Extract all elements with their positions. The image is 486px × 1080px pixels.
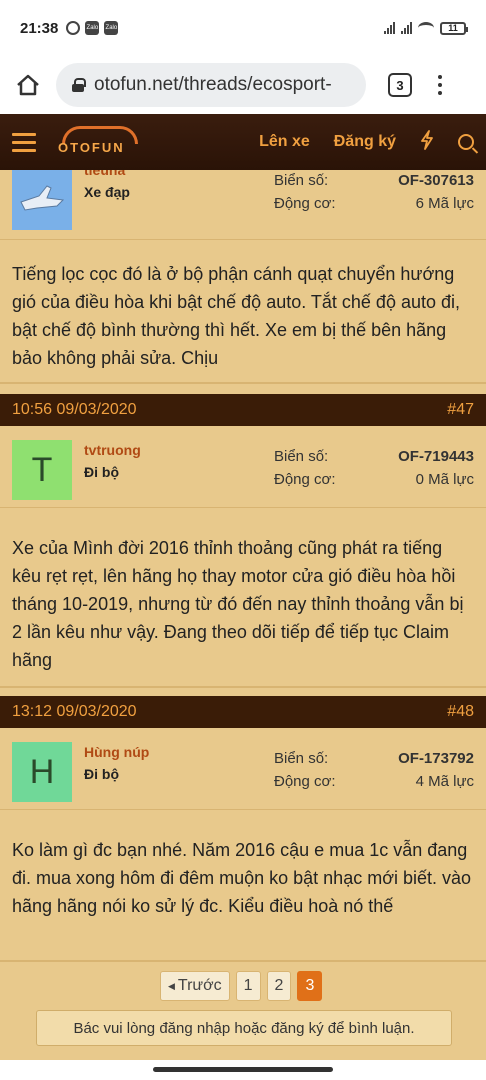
status-notification-icons: Zalo Zalo (66, 21, 119, 35)
post-number[interactable]: #48 (447, 703, 474, 721)
zalo-icon: Zalo (85, 21, 100, 35)
search-icon[interactable] (458, 134, 474, 150)
wifi-icon (418, 22, 434, 34)
post-body: Tiếng lọc cọc đó là ở bộ phận cánh quạt … (12, 264, 460, 368)
post-number[interactable]: #47 (447, 401, 474, 419)
more-options-icon[interactable] (438, 75, 442, 95)
engine-label: Động cơ: (274, 471, 336, 488)
prev-page-label: Trước (177, 977, 222, 994)
plate-label: Biển số: (274, 172, 329, 189)
site-logo[interactable]: OTOFUN (58, 126, 144, 155)
battery-icon: 11 (440, 21, 468, 35)
post-user-block: tieuha Xe đạp Biển số: OF-307613 Động cơ:… (0, 170, 486, 240)
bolt-icon[interactable] (420, 129, 434, 155)
engine-value: 4 Mã lực (415, 773, 474, 790)
browser-toolbar: otofun.net/threads/ecosport- 3 (0, 56, 486, 114)
post-header-bar: 10:56 09/03/2020 #47 (0, 394, 486, 426)
lock-icon (72, 78, 86, 92)
divider (0, 686, 486, 688)
post-user-rank: Đi bộ (84, 766, 119, 782)
avatar[interactable]: H (12, 742, 72, 802)
home-gesture-handle[interactable] (153, 1067, 333, 1072)
home-icon[interactable] (0, 56, 56, 114)
plate-label: Biển số: (274, 750, 329, 767)
signal-icon (401, 22, 412, 34)
signal-icon (384, 22, 395, 34)
post-user-rank: Xe đạp (84, 184, 130, 200)
post-user-stats: Biển số: OF-307613 Động cơ: 6 Mã lực (274, 172, 474, 218)
page-1-button[interactable]: 1 (235, 971, 261, 1001)
plate-number: OF-307613 (398, 172, 474, 189)
post-user-stats: Biển số: OF-173792 Động cơ: 4 Mã lực (274, 750, 474, 796)
login-link[interactable]: Lên xe (259, 133, 310, 151)
prev-page-button[interactable]: ◀ Trước (160, 971, 230, 1001)
status-time: 21:38 (20, 19, 59, 37)
engine-value: 6 Mã lực (415, 195, 474, 212)
avatar[interactable] (12, 170, 72, 230)
post-username[interactable]: tieuha (84, 170, 125, 178)
post-username[interactable]: Hùng núp (84, 744, 149, 760)
engine-label: Động cơ: (274, 773, 336, 790)
post-user-block: H Hùng núp Đi bộ Biển số: OF-173792 Động … (0, 734, 486, 810)
avatar[interactable]: T (12, 440, 72, 500)
pagination: ◀ Trước 1 2 3 (160, 971, 323, 1001)
hamburger-menu-icon[interactable] (12, 132, 36, 152)
post-body: Xe của Mình đời 2016 thỉnh thoảng cũng p… (12, 538, 464, 670)
plate-number: OF-173792 (398, 750, 474, 767)
status-system-icons: 11 (384, 21, 468, 35)
post-user-rank: Đi bộ (84, 464, 119, 480)
url-text: otofun.net/threads/ecosport- (94, 74, 332, 95)
divider (0, 960, 486, 962)
post-datetime: 13:12 09/03/2020 (12, 703, 137, 720)
thread-content: tieuha Xe đạp Biển số: OF-307613 Động cơ:… (0, 170, 486, 1060)
chevron-left-icon: ◀ (168, 980, 175, 991)
plate-number: OF-719443 (398, 448, 474, 465)
tab-switcher-button[interactable]: 3 (388, 73, 412, 97)
register-link[interactable]: Đăng ký (334, 133, 396, 151)
divider (0, 382, 486, 384)
engine-label: Động cơ: (274, 195, 336, 212)
post-user-stats: Biển số: OF-719443 Động cơ: 0 Mã lực (274, 448, 474, 494)
status-bar: 21:38 Zalo Zalo 11 (0, 0, 486, 56)
post-user-block: T tvtruong Đi bộ Biển số: OF-719443 Động … (0, 432, 486, 508)
zalo-icon: Zalo (104, 21, 119, 35)
page-3-button[interactable]: 3 (297, 971, 323, 1001)
post-username[interactable]: tvtruong (84, 442, 141, 458)
engine-value: 0 Mã lực (415, 471, 474, 488)
gesture-nav-bar (0, 1060, 486, 1080)
post-body: Ko làm gì đc bạn nhé. Năm 2016 cậu e mua… (12, 840, 472, 916)
site-header: OTOFUN Lên xe Đăng ký (0, 114, 486, 170)
alarm-icon (66, 21, 81, 35)
page-2-button[interactable]: 2 (266, 971, 292, 1001)
plate-label: Biển số: (274, 448, 329, 465)
address-bar[interactable]: otofun.net/threads/ecosport- (56, 63, 366, 107)
logo-text: OTOFUN (58, 140, 125, 155)
post-header-bar: 13:12 09/03/2020 #48 (0, 696, 486, 728)
post-datetime: 10:56 09/03/2020 (12, 401, 137, 418)
login-prompt[interactable]: Bác vui lòng đăng nhập hoặc đăng ký để b… (36, 1010, 452, 1046)
